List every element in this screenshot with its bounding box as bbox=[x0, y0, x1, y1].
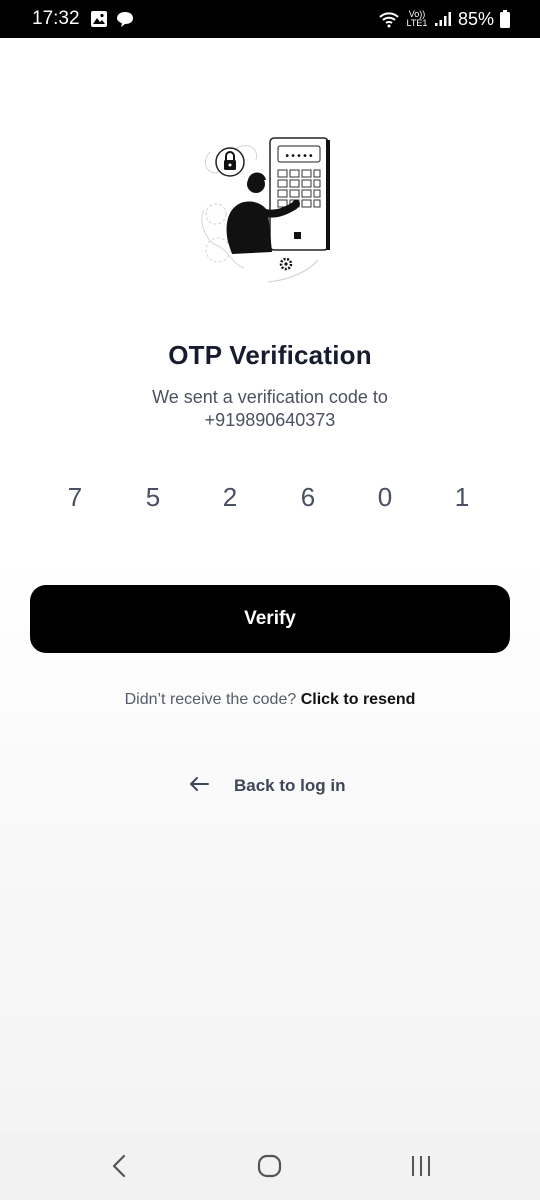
otp-digit-4[interactable]: 6 bbox=[278, 482, 338, 513]
keypad-display-text: ••••• bbox=[284, 151, 314, 162]
resend-link[interactable]: Click to resend bbox=[301, 691, 416, 708]
subtitle: We sent a verification code to +91989064… bbox=[0, 386, 540, 432]
chat-icon bbox=[116, 10, 134, 28]
status-bar-right: Vo)) LTE1 85% bbox=[378, 9, 510, 30]
gallery-icon bbox=[90, 10, 108, 28]
page-title: OTP Verification bbox=[168, 340, 372, 370]
status-bar: 17:32 Vo)) LTE1 85% bbox=[0, 0, 540, 38]
otp-input-row: 7 5 2 6 0 1 bbox=[38, 482, 502, 518]
resend-prompt: Didn’t receive the code? bbox=[124, 691, 297, 708]
status-bar-left: 17:32 bbox=[32, 8, 134, 30]
status-time: 17:32 bbox=[32, 8, 80, 29]
otp-digit-1[interactable]: 7 bbox=[45, 482, 105, 513]
home-icon[interactable] bbox=[256, 1152, 284, 1185]
otp-digit-3[interactable]: 2 bbox=[200, 482, 260, 513]
person-keypad-lock-illustration: ••••• bbox=[201, 137, 330, 283]
arrow-left-icon bbox=[188, 775, 210, 798]
otp-digit-2[interactable]: 5 bbox=[123, 482, 183, 513]
recents-icon[interactable] bbox=[408, 1152, 434, 1185]
resend-row: Didn’t receive the code? Click to resend bbox=[0, 691, 540, 709]
system-nav-bar bbox=[0, 1132, 540, 1200]
otp-illustration: ••••• bbox=[198, 132, 342, 288]
wifi-icon bbox=[378, 10, 400, 28]
back-icon[interactable] bbox=[108, 1152, 130, 1185]
otp-digit-6[interactable]: 1 bbox=[432, 482, 492, 513]
network-label: Vo)) LTE1 bbox=[406, 9, 428, 28]
signal-icon bbox=[434, 11, 452, 27]
battery-percent: 85% bbox=[457, 8, 494, 29]
otp-digit-5[interactable]: 0 bbox=[355, 482, 415, 513]
subtitle-text: We sent a verification code to bbox=[152, 387, 388, 407]
verify-button-label: Verify bbox=[244, 608, 296, 629]
back-to-login-label: Back to log in bbox=[234, 776, 346, 795]
back-to-login-link[interactable]: Back to log in bbox=[188, 773, 345, 799]
verify-button[interactable]: Verify bbox=[30, 585, 510, 653]
phone-number: +919890640373 bbox=[204, 410, 336, 430]
battery-icon bbox=[500, 10, 510, 28]
